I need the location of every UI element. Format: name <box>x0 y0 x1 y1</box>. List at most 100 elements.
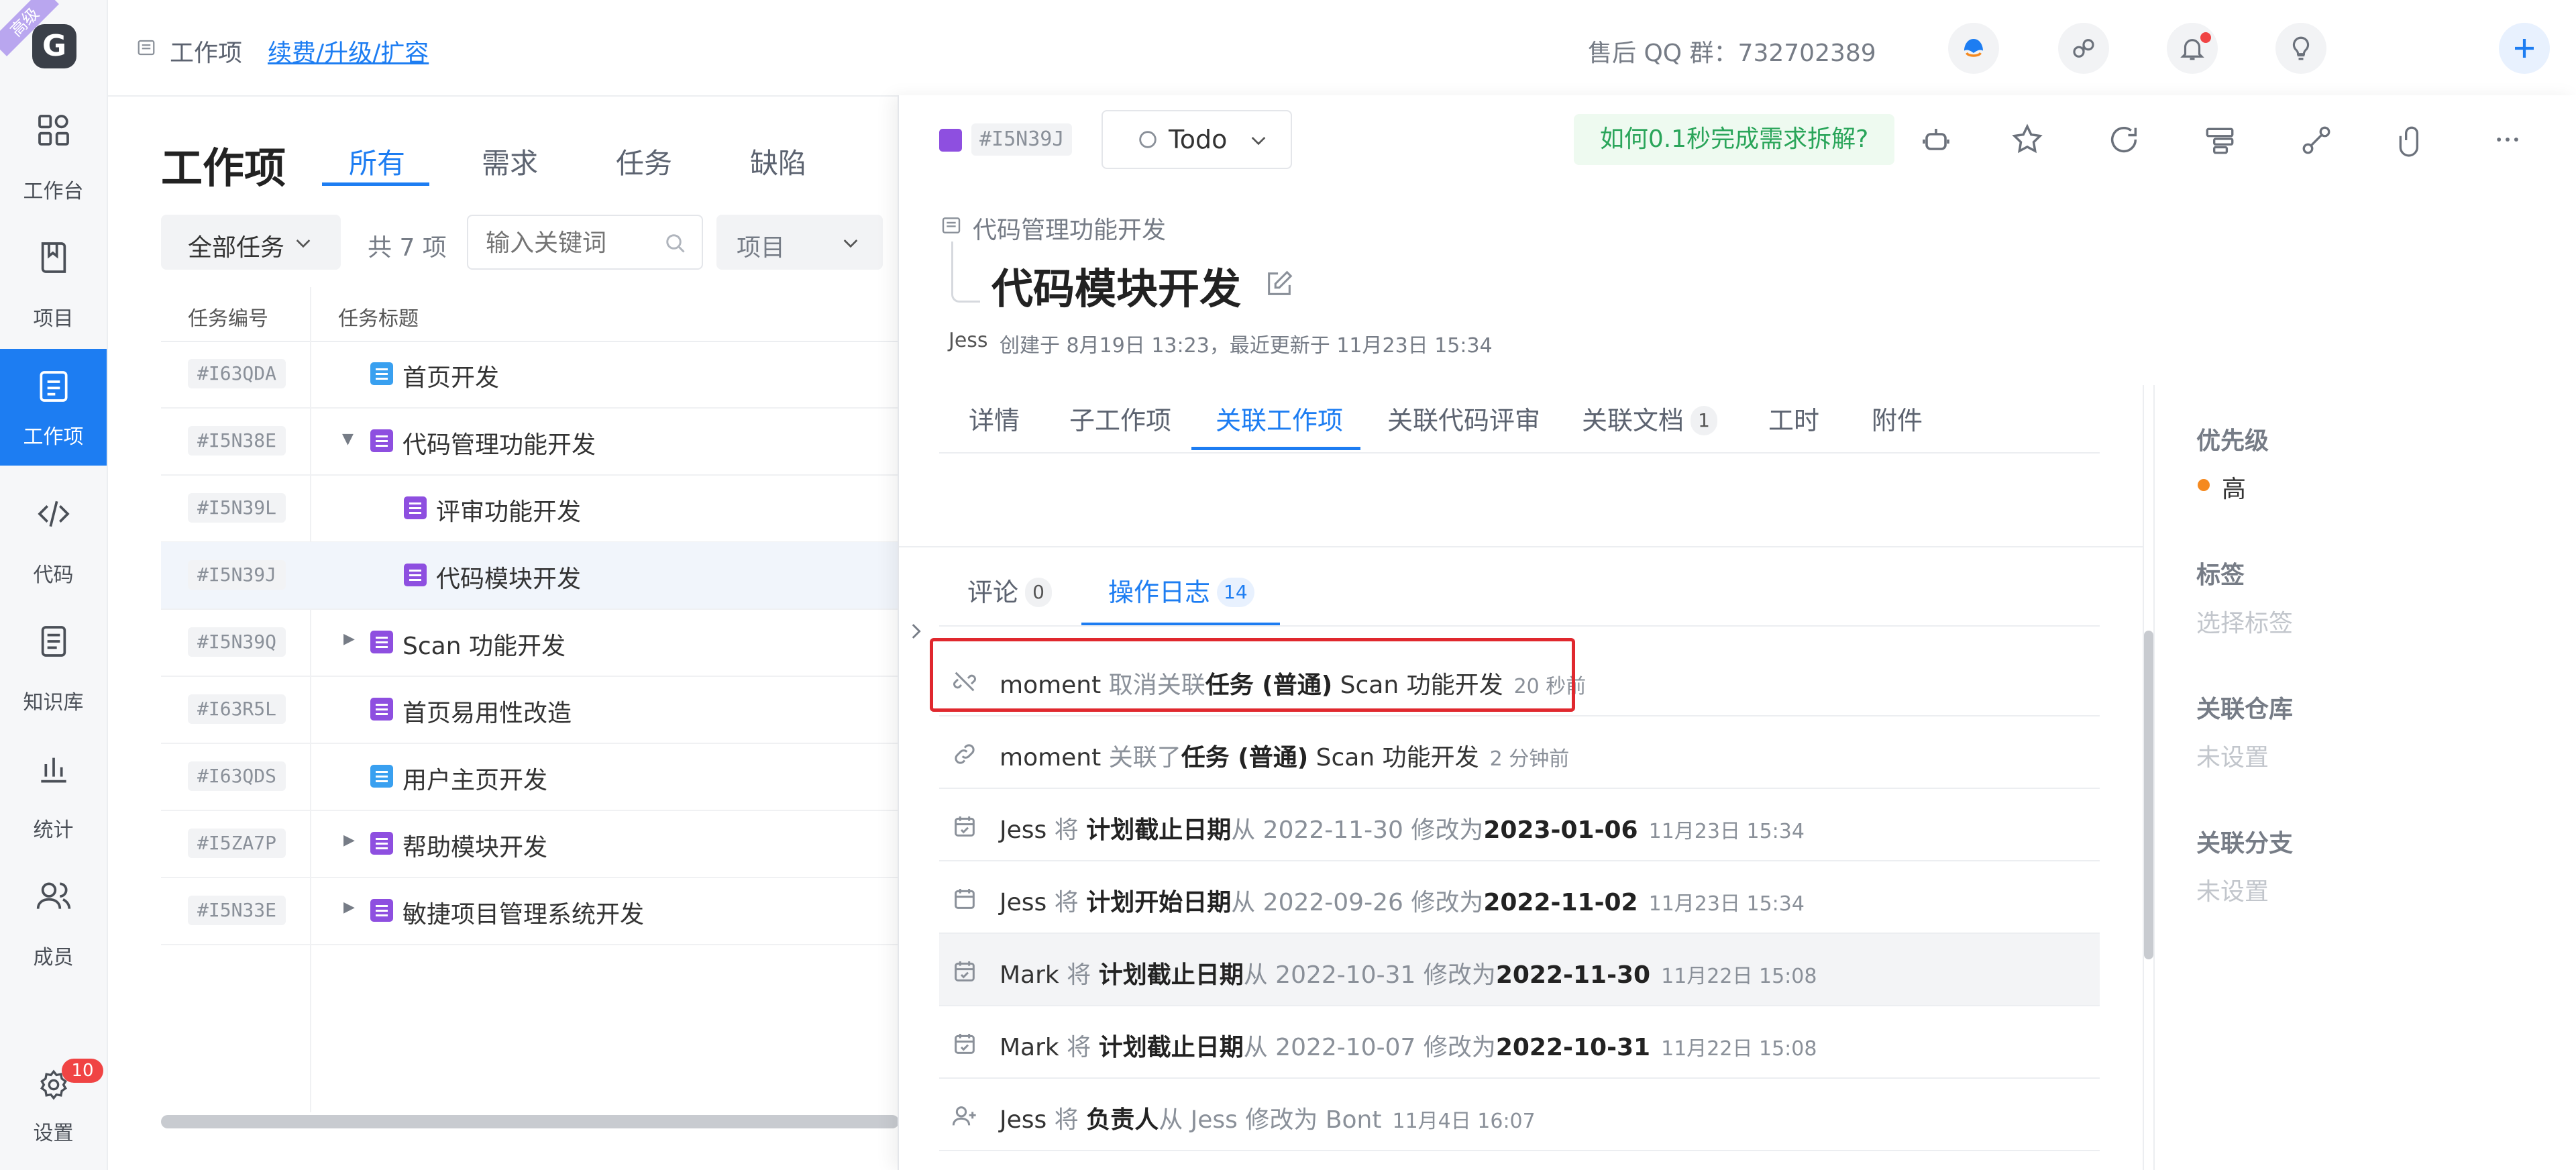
table-row[interactable]: #I63R5L 首页易用性改造 <box>161 676 899 744</box>
expand-arrow-icon[interactable]: ▶ <box>343 832 355 849</box>
task-title: 首页易用性改造 <box>402 700 572 727</box>
expand-arrow-icon[interactable]: ▼ <box>342 431 354 447</box>
tab-requirements[interactable]: 需求 <box>482 141 538 182</box>
repo-label: 关联仓库 <box>2196 696 2294 723</box>
tags-select[interactable]: 选择标签 <box>2196 604 2293 639</box>
expand-arrow-icon[interactable]: ▶ <box>343 899 355 916</box>
log-change: 从 2022-11-30 修改为 <box>1231 816 1484 844</box>
table-row[interactable]: #I5ZA7P ▶ 帮助模块开发 <box>161 810 899 878</box>
task-code: #I63QDA <box>188 359 286 388</box>
nav-projects[interactable]: 项目 <box>0 227 107 343</box>
table-row[interactable]: #I5N39J 代码模块开发 <box>161 542 899 610</box>
horizontal-scrollbar[interactable] <box>161 1115 899 1128</box>
robot-icon[interactable] <box>1920 123 1952 156</box>
task-title: Scan 功能开发 <box>402 633 566 660</box>
more-icon[interactable] <box>2493 125 2522 154</box>
task-title: 敏捷项目管理系统开发 <box>402 901 645 928</box>
notification-button[interactable] <box>2167 23 2218 74</box>
repo-select[interactable]: 未设置 <box>2196 738 2269 773</box>
mini-program-button[interactable] <box>2058 23 2109 74</box>
log-time: 11月22日 15:08 <box>1661 1037 1817 1061</box>
table-row[interactable]: #I5N39L 评审功能开发 <box>161 475 899 543</box>
vertical-scrollbar[interactable] <box>2144 631 2153 959</box>
branch-select[interactable]: 未设置 <box>2196 872 2269 907</box>
user-plus-icon <box>952 1106 976 1126</box>
log-user[interactable]: Jess <box>1000 889 1046 916</box>
log-entry: Jess 将 计划截止日期从 2022-11-30 修改为2023-01-06 1… <box>939 789 2100 861</box>
search-field[interactable] <box>467 215 703 270</box>
tips-button[interactable] <box>2275 23 2326 74</box>
column-header: 任务编号 <box>188 307 268 331</box>
tab-subitems[interactable]: 子工作项 <box>1069 400 1171 437</box>
nav-workbench[interactable]: 工作台 <box>0 99 107 216</box>
log-user[interactable]: Mark <box>1000 1034 1059 1061</box>
expand-arrow-icon[interactable]: ▶ <box>343 631 355 647</box>
nav-workitems[interactable]: 工作项 <box>0 349 107 466</box>
log-action: 将 <box>1054 1106 1079 1134</box>
nav-statistics[interactable]: 统计 <box>0 738 107 855</box>
star-icon[interactable] <box>2010 122 2045 157</box>
nav-settings[interactable]: 10 设置 <box>0 1052 107 1169</box>
tab-linked-reviews[interactable]: 关联代码评审 <box>1387 400 1540 437</box>
attachment-icon[interactable] <box>2395 123 2428 157</box>
tab-label: 操作日志 <box>1108 578 1211 607</box>
log-entry: Mark 将 计划截止日期从 2022-10-31 修改为2022-11-30 1… <box>939 934 2100 1006</box>
log-user[interactable]: moment <box>1000 744 1101 772</box>
log-change: 从 Jess 修改为 Bont <box>1159 1106 1382 1134</box>
task-type-icon <box>370 765 393 788</box>
log-item-title[interactable]: Scan 功能开发 <box>1316 744 1479 772</box>
section-divider <box>899 546 2143 547</box>
log-time: 11月22日 15:08 <box>1661 965 1817 988</box>
tab-comments[interactable]: 评论 0 <box>967 572 1053 608</box>
status-select[interactable]: Todo <box>1102 110 1292 169</box>
plus-icon <box>2515 39 2534 58</box>
collapse-arrow-icon[interactable] <box>904 620 927 643</box>
detail-code[interactable]: #I5N39J <box>971 123 1073 156</box>
table-row[interactable]: #I5N38E ▼ 代码管理功能开发 <box>161 408 899 476</box>
logo[interactable]: G <box>32 24 76 68</box>
active-tab-underline <box>322 182 429 186</box>
tab-worklog[interactable]: 工时 <box>1768 400 1819 437</box>
support-button[interactable] <box>1948 23 1999 74</box>
tab-linked-docs[interactable]: 关联文档 1 <box>1582 400 1718 437</box>
project-select[interactable]: 项目 <box>716 215 883 270</box>
log-user[interactable]: Jess <box>1000 1106 1046 1134</box>
support-bird-icon <box>1964 39 1983 57</box>
breadcrumb[interactable]: 工作项 <box>170 34 242 68</box>
tab-attachments[interactable]: 附件 <box>1872 400 1923 437</box>
create-button[interactable] <box>2499 23 2550 74</box>
table-row[interactable]: #I63QDA 首页开发 <box>161 341 899 409</box>
table-row[interactable]: #I5N39Q ▶ Scan 功能开发 <box>161 609 899 677</box>
refresh-icon[interactable] <box>2106 122 2141 157</box>
tab-all[interactable]: 所有 <box>349 141 405 182</box>
table-row[interactable]: #I5N33E ▶ 敏捷项目管理系统开发 <box>161 877 899 945</box>
log-field: 计划截止日期 <box>1086 816 1232 844</box>
priority-value[interactable]: 高 <box>2222 470 2246 504</box>
log-item-type: 任务 (普通) <box>1181 744 1309 772</box>
layout-icon[interactable] <box>2203 123 2237 157</box>
tab-bugs[interactable]: 缺陷 <box>750 141 806 182</box>
promo-banner[interactable]: 如何0.1秒完成需求拆解? <box>1574 114 1894 165</box>
log-user[interactable]: Mark <box>1000 961 1059 989</box>
task-code: #I5ZA7P <box>188 829 286 858</box>
tab-tasks[interactable]: 任务 <box>616 141 672 182</box>
log-user[interactable]: Jess <box>1000 816 1046 844</box>
nav-knowledge[interactable]: 知识库 <box>0 610 107 727</box>
search-input[interactable] <box>484 228 655 258</box>
detail-title: 代码模块开发 <box>991 264 1242 313</box>
author[interactable]: Jess <box>949 329 988 352</box>
renew-link[interactable]: 续费/升级/扩容 <box>268 34 429 68</box>
scope-select[interactable]: 全部任务 <box>161 215 341 270</box>
edit-icon[interactable] <box>1264 268 1295 299</box>
parent-item-link[interactable]: 代码管理功能开发 <box>973 211 1166 246</box>
table-row[interactable]: #I63QDS 用户主页开发 <box>161 743 899 811</box>
task-code: #I5N39Q <box>188 627 286 657</box>
tab-linked-items[interactable]: 关联工作项 <box>1216 400 1343 437</box>
link-icon[interactable] <box>2300 123 2333 157</box>
nav-code[interactable]: 代码 <box>0 483 107 600</box>
project-select-value: 项目 <box>737 234 786 262</box>
log-field: 计划开始日期 <box>1086 889 1232 916</box>
tab-activity-log[interactable]: 操作日志 14 <box>1108 572 1254 608</box>
nav-members[interactable]: 成员 <box>0 865 107 982</box>
tab-details[interactable]: 详情 <box>969 400 1020 437</box>
